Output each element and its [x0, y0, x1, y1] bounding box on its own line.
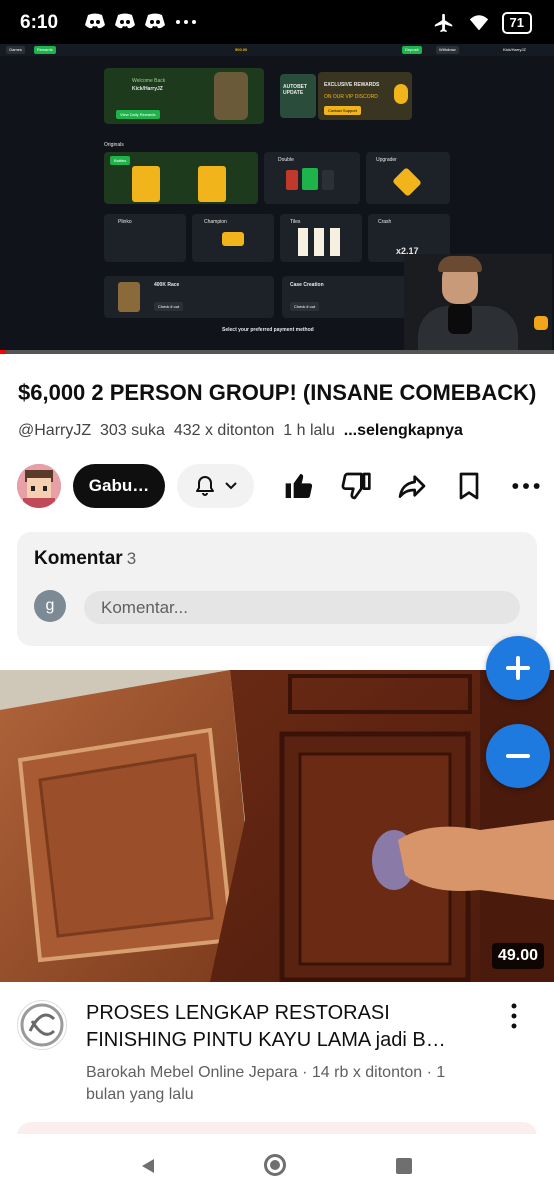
- wooden-door-image: [0, 670, 554, 982]
- next-views: 14 rb x ditonton: [311, 1064, 423, 1081]
- video-race: 400K Race: [154, 282, 180, 288]
- comments-count: 3: [126, 549, 137, 568]
- video-exclusive: EXCLUSIVE REWARDS: [324, 82, 380, 88]
- more-dots-icon: [176, 20, 196, 24]
- upload-age: 1 h lalu: [283, 422, 335, 439]
- video-contact-support: Contact Support: [324, 106, 361, 115]
- video-case-creation: Case Creation: [290, 282, 324, 288]
- video-tile-champion: Champion: [192, 214, 274, 262]
- next-channel-logo[interactable]: [17, 1000, 67, 1050]
- video-nav-games: Games: [6, 46, 25, 54]
- video-welcome: Welcome Back: [132, 78, 166, 84]
- video-daily-rewards: View Daily Rewards: [116, 110, 160, 119]
- chevron-down-icon: [224, 482, 237, 490]
- status-bar: 6:10 71: [0, 0, 554, 44]
- webcam-overlay: [404, 254, 552, 354]
- video-autobet: AUTOBET UPDATE: [283, 84, 308, 96]
- video-payment-prompt: Select your preferred payment method: [222, 327, 314, 333]
- channel-handle: @HarryJZ: [18, 422, 92, 439]
- views-count: 432 x ditonton: [173, 422, 275, 439]
- zoom-out-button[interactable]: [486, 724, 550, 788]
- video-case-check: Check it out: [290, 302, 320, 311]
- wifi-icon: [469, 15, 488, 31]
- next-video-title[interactable]: PROSES LENGKAP RESTORASI FINISHING PINTU…: [86, 1000, 491, 1054]
- video-upgrader: Upgrader: [376, 157, 397, 163]
- video-welcome-panel: Welcome Back Kick/HarryJZ View Daily Rew…: [104, 68, 264, 124]
- recents-icon[interactable]: [396, 1158, 412, 1174]
- video-user: Kick/HarryJZ: [503, 47, 526, 52]
- video-progress-bar[interactable]: [0, 350, 554, 354]
- more-icon[interactable]: [510, 470, 542, 502]
- chat-bubble-icon: [534, 316, 548, 330]
- system-nav-bar: [0, 1134, 554, 1200]
- video-double: Double: [278, 157, 294, 163]
- comment-input[interactable]: Komentar...: [84, 591, 520, 624]
- video-tiles: Tiles: [290, 219, 301, 225]
- zoom-in-button[interactable]: [486, 636, 550, 700]
- airplane-icon: [434, 13, 452, 33]
- battery-icon: 71: [501, 12, 532, 34]
- comments-section[interactable]: Komentar 3 g Komentar...: [17, 532, 537, 646]
- video-race-panel: 400K Race Check it out: [104, 276, 274, 318]
- clock: 6:10: [20, 12, 59, 33]
- discord-icon: [115, 13, 135, 29]
- video-meta[interactable]: @HarryJZ 303 suka 432 x ditonton 1 h lal…: [18, 422, 463, 440]
- next-channel-name: Barokah Mebel Online Jepara: [86, 1064, 298, 1081]
- video-originals: Originals: [104, 142, 124, 148]
- video-autobet-panel: AUTOBET UPDATE: [280, 74, 316, 118]
- video-race-check: Check it out: [154, 302, 184, 311]
- video-tile-double: Double: [264, 152, 360, 204]
- share-icon[interactable]: [396, 470, 428, 502]
- video-tile-upgrader: Upgrader: [366, 152, 450, 204]
- join-button[interactable]: Gabu…: [73, 464, 165, 508]
- comments-title: Komentar: [34, 548, 123, 569]
- next-video-meta: Barokah Mebel Online Jepara · 14 rb x di…: [86, 1064, 446, 1103]
- like-icon[interactable]: [283, 470, 315, 502]
- save-icon[interactable]: [453, 470, 485, 502]
- video-crash: Crash: [378, 219, 392, 225]
- channel-avatar[interactable]: [17, 464, 61, 508]
- bell-icon: [195, 476, 214, 496]
- home-icon[interactable]: [264, 1154, 286, 1176]
- show-more-link[interactable]: ...selengkapnya: [344, 422, 463, 439]
- video-balance: 500.00: [235, 47, 248, 52]
- discord-icon: [145, 13, 165, 29]
- video-deposit: Deposit: [402, 46, 422, 54]
- next-video-thumbnail[interactable]: 49.00: [0, 670, 554, 982]
- discord-icon: [85, 13, 105, 29]
- plus-icon: [506, 656, 530, 680]
- video-tile-plinko: Plinko: [104, 214, 186, 262]
- notification-bell-button[interactable]: [177, 464, 254, 508]
- dislike-icon[interactable]: [340, 470, 372, 502]
- channel-logo-icon: [20, 1003, 64, 1047]
- video-plinko: Plinko: [118, 219, 132, 225]
- video-nav-rewards: Rewards: [34, 46, 56, 54]
- avatar-face-icon: [17, 464, 61, 508]
- user-avatar: g: [34, 590, 66, 622]
- comments-header: Komentar 3: [34, 548, 136, 570]
- video-site-header: Games Rewards 500.00 Deposit Withdraw Ki…: [0, 44, 554, 56]
- video-champion: Champion: [204, 219, 227, 225]
- video-tile-battles: Battles: [104, 152, 258, 204]
- minus-icon: [506, 754, 530, 758]
- video-vip-discord: ON OUR VIP DISCORD: [324, 94, 378, 100]
- video-player[interactable]: Games Rewards 500.00 Deposit Withdraw Ki…: [0, 44, 554, 354]
- likes-count: 303 suka: [100, 422, 165, 439]
- video-exclusive-panel: EXCLUSIVE REWARDS ON OUR VIP DISCORD Con…: [318, 72, 412, 120]
- video-battles: Battles: [110, 156, 131, 165]
- video-title[interactable]: $6,000 2 PERSON GROUP! (INSANE COMEBACK): [18, 380, 542, 406]
- video-tile-tiles: Tiles: [280, 214, 362, 262]
- back-icon[interactable]: [138, 1156, 158, 1176]
- video-duration: 49.00: [491, 943, 544, 969]
- video-welcome-user: Kick/HarryJZ: [132, 86, 163, 92]
- video-withdraw: Withdraw: [436, 46, 459, 54]
- next-video-more-icon[interactable]: [506, 1002, 522, 1030]
